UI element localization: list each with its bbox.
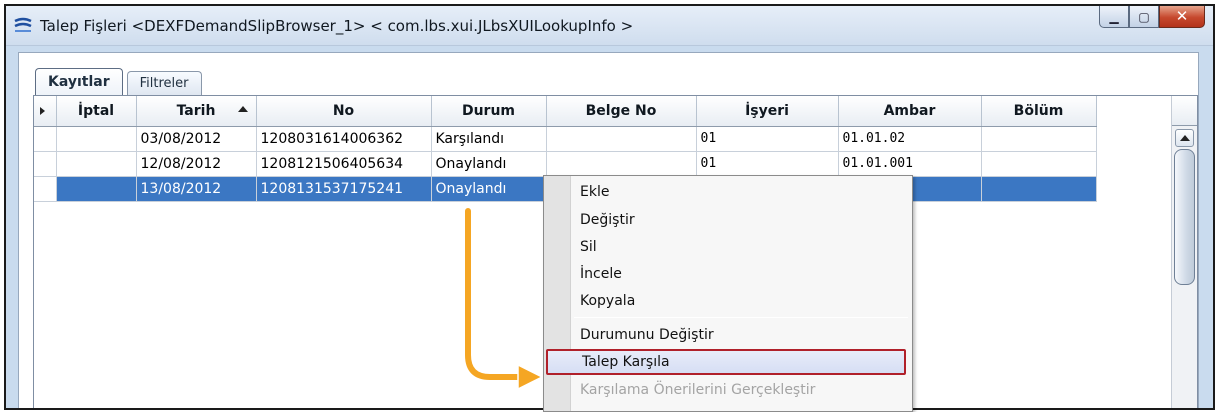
window-title: Talep Fişleri <DEXFDemandSlipBrowser_1> … [40,17,634,35]
row-indicator-header[interactable] [34,96,57,127]
cell-belge-no [546,151,697,177]
cell-ambar: 01.01.02 [838,126,982,152]
cell-tarih: 03/08/2012 [136,126,257,152]
cell-no: 1208031614006362 [256,126,432,152]
scrollbar-thumb[interactable] [1174,149,1195,285]
column-header-no[interactable]: No [256,96,432,127]
window-controls: ▁ ▢ ✕ [1099,6,1205,30]
vertical-scrollbar[interactable] [1171,96,1197,408]
column-header-ambar[interactable]: Ambar [838,96,982,127]
cell-iptal [56,176,137,202]
cell-ambar: 01.01.001 [838,151,982,177]
menu-item-degistir[interactable]: Değiştir [572,207,910,233]
cell-tarih: 13/08/2012 [136,176,257,202]
cell-durum: Karşılandı [431,126,547,152]
column-header-durum[interactable]: Durum [431,96,547,127]
cell-tarih: 12/08/2012 [136,151,257,177]
column-header-isyeri[interactable]: İşyeri [696,96,839,127]
cell-belge-no [546,126,697,152]
title-bar[interactable]: Talep Fişleri <DEXFDemandSlipBrowser_1> … [6,6,1213,46]
close-icon: ✕ [1175,7,1189,25]
cell-no: 1208131537175241 [256,176,432,202]
chevron-up-icon [1180,135,1190,141]
header-row: İptal Tarih No Durum Belge No İşyeri Amb… [34,96,1097,127]
row-indicator-cell [34,176,57,202]
maximize-icon: ▢ [1138,9,1150,24]
column-header-belge-no[interactable]: Belge No [546,96,697,127]
close-button[interactable]: ✕ [1159,6,1205,28]
context-menu: Ekle Değiştir Sil İncele Kopyala Durumun… [543,175,913,412]
menu-item-ekle[interactable]: Ekle [572,179,910,205]
table-row[interactable]: 03/08/2012 1208031614006362 Karşılandı 0… [34,126,1097,152]
cell-iptal [56,151,137,177]
row-indicator-icon [40,107,45,115]
table-row[interactable]: 12/08/2012 1208121506405634 Onaylandı 01… [34,151,1097,177]
cell-bolum [981,151,1097,177]
tab-strip: Kayıtlar Filtreler [35,67,206,95]
cell-isyeri: 01 [696,126,839,152]
row-indicator-cell [34,126,57,152]
sort-ascending-icon [237,106,248,112]
cell-durum: Onaylandı [431,176,547,202]
cell-isyeri: 01 [696,151,839,177]
scrollbar-header-corner [1172,96,1197,126]
cell-durum: Onaylandı [431,151,547,177]
column-header-label: Tarih [176,102,216,119]
row-indicator-cell [34,151,57,177]
minimize-button[interactable]: ▁ [1099,6,1129,28]
cell-bolum [981,126,1097,152]
tab-kayitlar[interactable]: Kayıtlar [35,68,123,95]
menu-item-karsilama-onerilerini-gerceklestir: Karşılama Önerilerini Gerçekleştir [580,382,816,398]
maximize-button[interactable]: ▢ [1129,6,1159,28]
column-header-iptal[interactable]: İptal [56,96,137,127]
menu-item-kopyala[interactable]: Kopyala [572,288,910,314]
tab-filtreler[interactable]: Filtreler [126,71,202,95]
cell-bolum [981,176,1097,202]
menu-item-talep-karsila[interactable]: Talep Karşıla [546,349,906,375]
minimize-icon: ▁ [1109,9,1119,24]
column-header-tarih[interactable]: Tarih [136,96,257,127]
menu-item-durumunu-degistir[interactable]: Durumunu Değiştir [572,322,910,348]
menu-item-sil[interactable]: Sil [572,234,910,260]
menu-separator [574,317,908,318]
scroll-up-button[interactable] [1175,129,1194,147]
column-header-bolum[interactable]: Bölüm [981,96,1097,127]
cell-no: 1208121506405634 [256,151,432,177]
menu-item-incele[interactable]: İncele [572,261,910,287]
app-logo-icon [14,17,32,32]
cell-iptal [56,126,137,152]
menu-icon-gutter [544,176,571,411]
